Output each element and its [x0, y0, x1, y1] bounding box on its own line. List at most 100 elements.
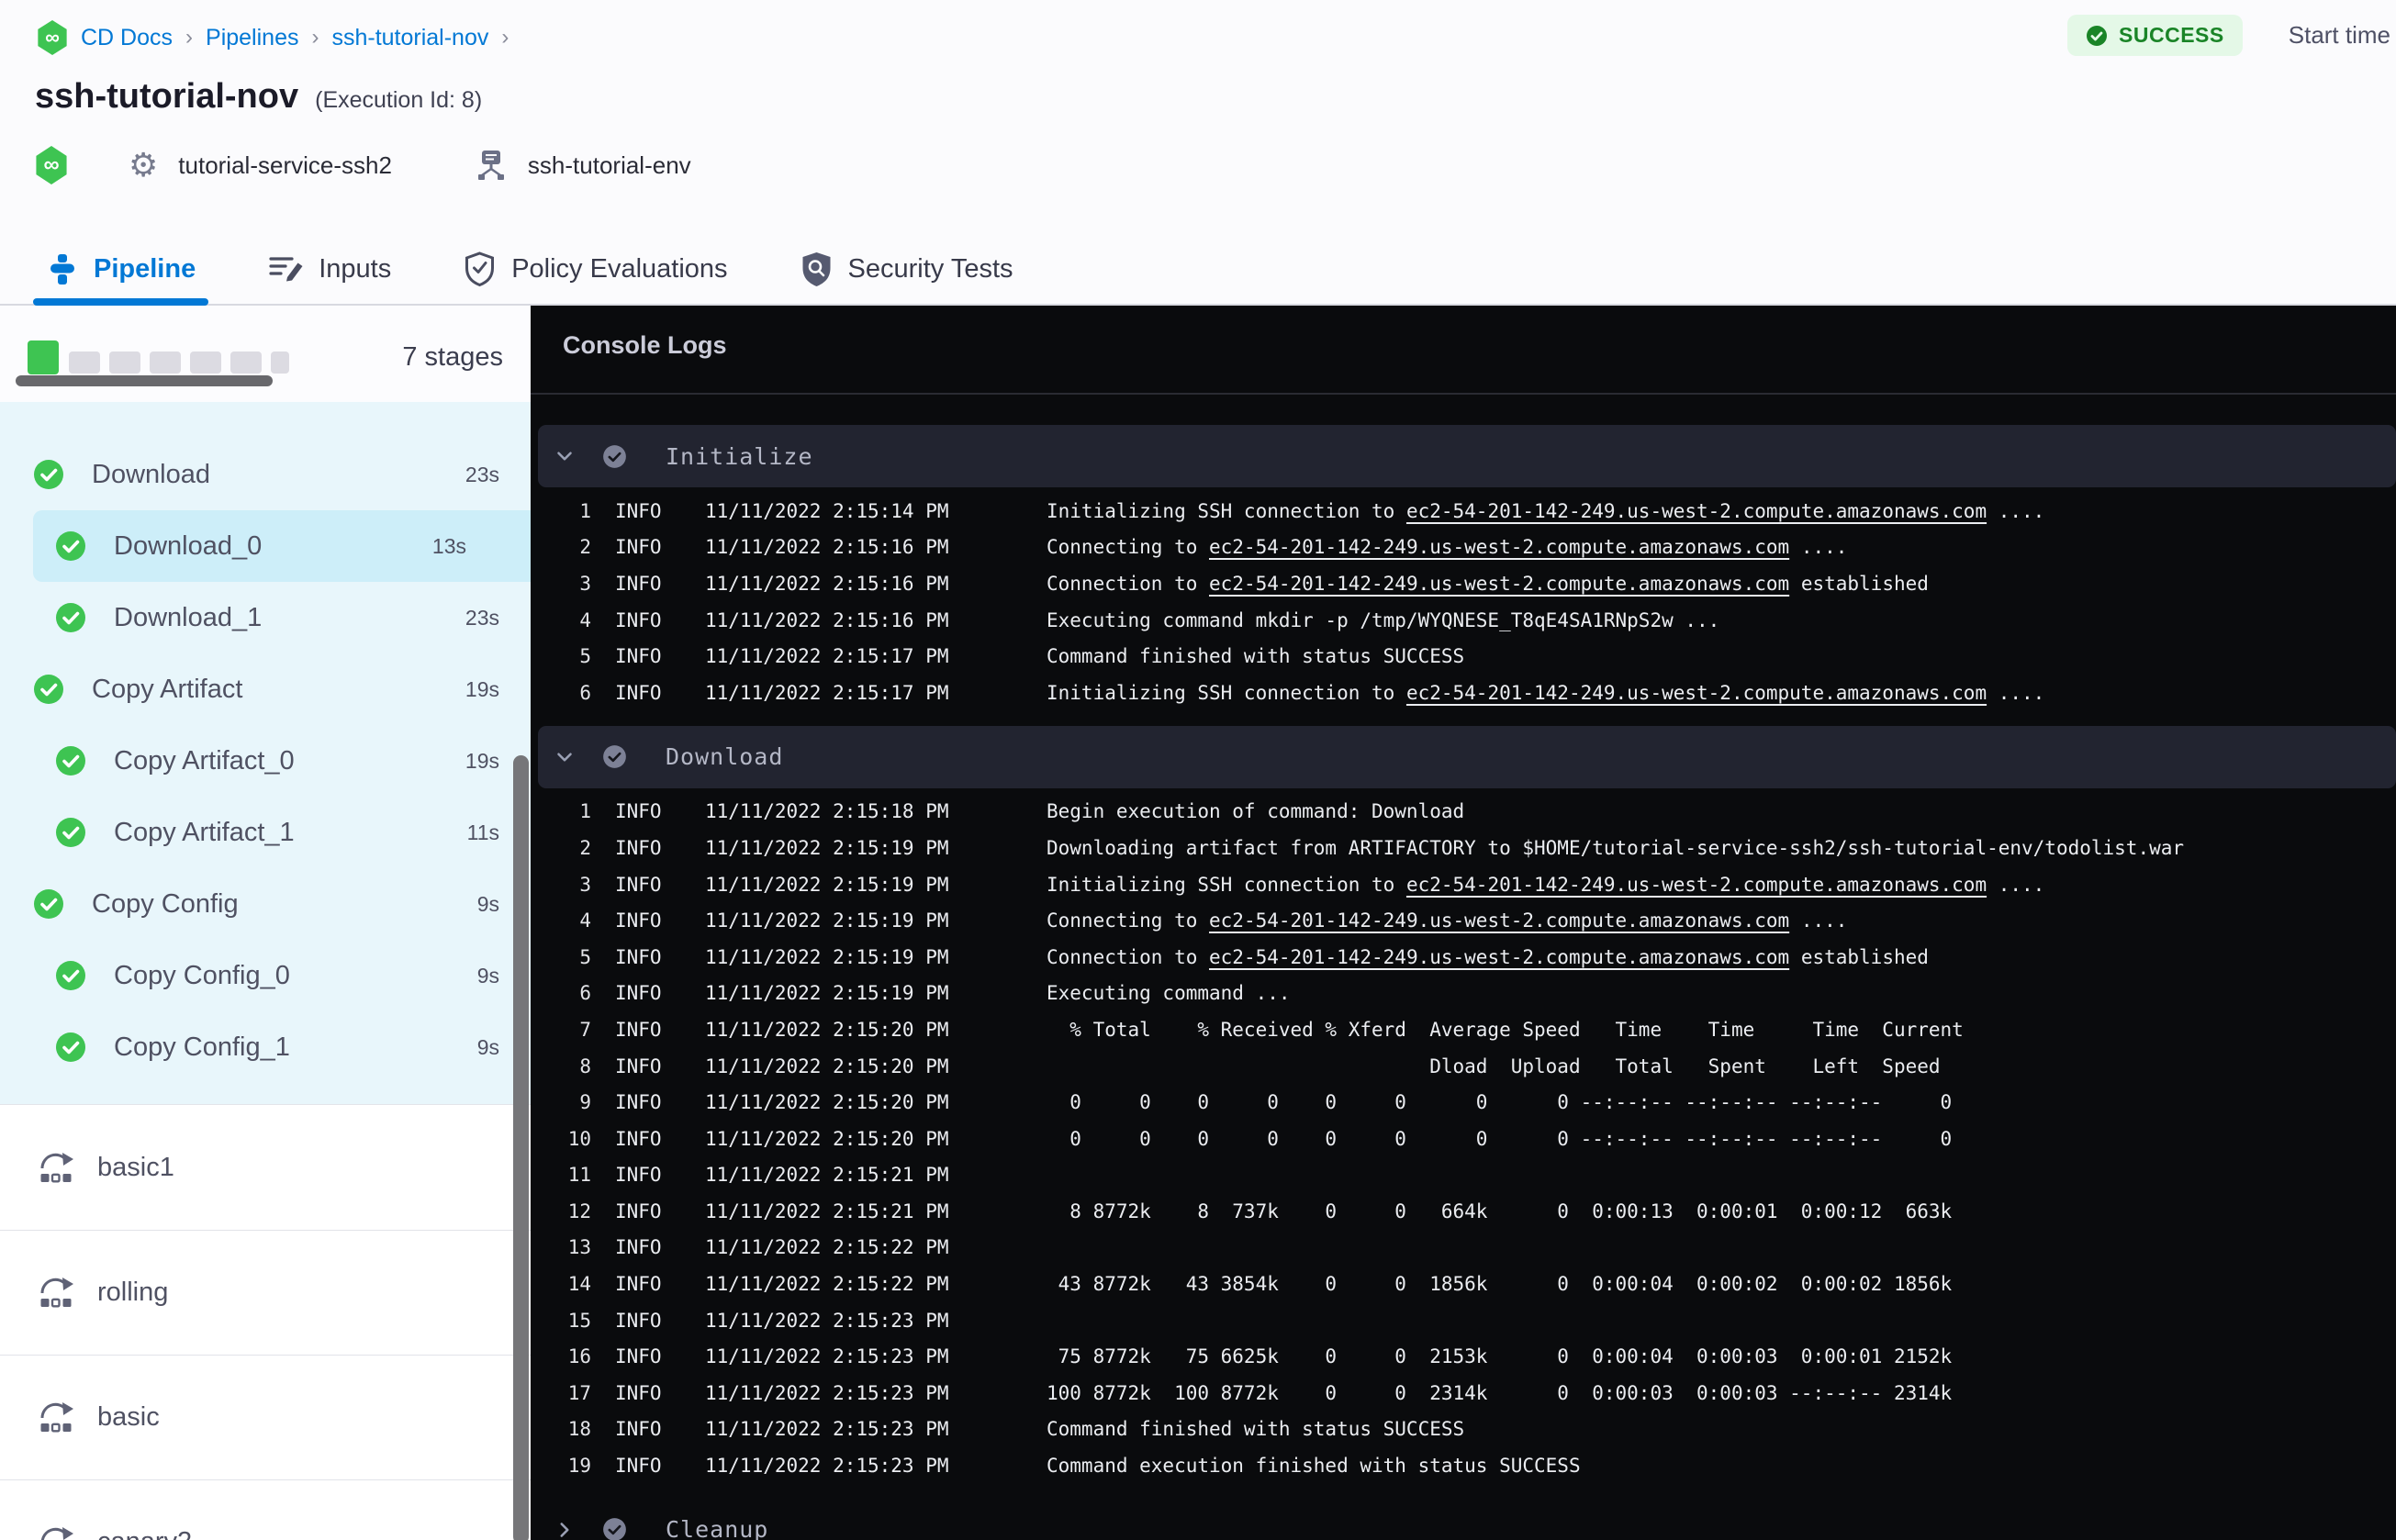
log-line: 4 INFO 11/11/2022 2:15:16 PM Executing comm…: [531, 602, 2396, 639]
stage-duration: 9s: [476, 1034, 499, 1059]
log-timestamp: 11/11/2022 2:15:20 PM: [705, 1055, 949, 1077]
breadcrumb-link[interactable]: Pipelines: [206, 25, 298, 51]
log-timestamp: 11/11/2022 2:15:20 PM: [705, 1018, 949, 1041]
log-host-link[interactable]: ec2-54-201-142-249.us-west-2.compute.ama…: [1209, 573, 1789, 595]
success-check-icon: [55, 745, 86, 776]
section-name: Download: [666, 743, 784, 771]
stage-square-pending[interactable]: [69, 352, 100, 374]
log-line: 7 INFO 11/11/2022 2:15:20 PM % Total % Rec…: [531, 1011, 2396, 1048]
rolling-deploy-icon: [35, 1273, 77, 1313]
log-message: Connection to ec2-54-201-142-249.us-west…: [1047, 573, 1929, 595]
log-line: 6 INFO 11/11/2022 2:15:19 PM Executing comm…: [531, 976, 2396, 1012]
stage-row-copy-config_1[interactable]: Copy Config_1 9s: [0, 1011, 531, 1083]
log-host-link[interactable]: ec2-54-201-142-249.us-west-2.compute.ama…: [1406, 874, 1987, 896]
stage-square-pending[interactable]: [150, 352, 181, 374]
breadcrumb-link[interactable]: ssh-tutorial-nov: [331, 25, 488, 51]
log-timestamp: 11/11/2022 2:15:19 PM: [705, 836, 949, 859]
stage-row-copy-artifact_1[interactable]: Copy Artifact_1 11s: [0, 797, 531, 868]
log-level: INFO: [615, 1164, 662, 1187]
stage-row-copy-artifact_0[interactable]: Copy Artifact_0 19s: [0, 725, 531, 797]
chevron-down-icon[interactable]: [553, 444, 577, 468]
log-line-number: 14: [567, 1273, 591, 1296]
log-line-number: 12: [567, 1200, 591, 1222]
chevron-down-icon[interactable]: [553, 745, 577, 769]
log-section-header-download[interactable]: Download: [538, 725, 2396, 788]
stage-square-pending[interactable]: [109, 352, 140, 374]
log-text: Command finished with status SUCCESS: [1047, 1418, 1465, 1441]
stage-count-label: 7 stages: [402, 342, 503, 372]
stage-row-download_1[interactable]: Download_1 23s: [0, 582, 531, 653]
tab-bar: Pipeline Inputs Policy Evaluations Security…: [0, 234, 2396, 306]
sidebar-vertical-scrollbar[interactable]: [513, 755, 529, 1540]
log-section-header-initialize[interactable]: Initialize: [538, 425, 2396, 487]
tab-pipeline[interactable]: Pipeline: [33, 234, 209, 306]
log-text: established: [1789, 572, 1929, 595]
strategy-row-rolling[interactable]: rolling: [0, 1231, 531, 1356]
log-message: Command finished with status SUCCESS: [1047, 1418, 1464, 1440]
chevron-right-icon[interactable]: [553, 1518, 577, 1540]
log-line-number: 6: [579, 681, 591, 704]
success-check-icon: [55, 602, 86, 633]
service-name[interactable]: tutorial-service-ssh2: [178, 151, 392, 180]
log-timestamp: 11/11/2022 2:15:20 PM: [705, 1091, 949, 1114]
log-message: 43 8772k 43 3854k 0 0 1856k 0 0:00:04 0:…: [1047, 1273, 1953, 1295]
log-text: 0 0 0 0 0 0 0 0 --:--:-- --:--:-- --:--:…: [1047, 1127, 1953, 1150]
breadcrumb-link[interactable]: CD Docs: [81, 25, 173, 51]
log-line-number: 3: [579, 873, 591, 896]
log-section-header-cleanup[interactable]: Cleanup: [538, 1499, 2396, 1540]
tab-policy-evaluations[interactable]: Policy Evaluations: [463, 234, 728, 304]
log-level: INFO: [615, 1418, 662, 1441]
stage-square-pending[interactable]: [190, 352, 221, 374]
log-line-number: 7: [579, 1018, 591, 1041]
log-text: 100 8772k 100 8772k 0 0 2314k 0 0:00:03 …: [1047, 1381, 1953, 1404]
breadcrumb-chevron-icon: ›: [185, 25, 194, 50]
check-circle-icon: [2087, 25, 2108, 46]
log-timestamp: 11/11/2022 2:15:20 PM: [705, 1127, 949, 1150]
strategy-row-basic1[interactable]: basic1: [0, 1106, 531, 1231]
log-timestamp: 11/11/2022 2:15:19 PM: [705, 873, 949, 896]
harness-logo-icon: ∞: [38, 20, 67, 55]
log-message: Initializing SSH connection to ec2-54-20…: [1047, 874, 2044, 896]
stage-row-copy-config[interactable]: Copy Config 9s: [0, 868, 531, 940]
tab-inputs[interactable]: Inputs: [267, 234, 391, 304]
log-level: INFO: [615, 909, 662, 932]
log-level: INFO: [615, 1309, 662, 1332]
stage-row-copy-artifact[interactable]: Copy Artifact 19s: [0, 653, 531, 725]
stage-row-download[interactable]: Download 23s: [0, 439, 531, 510]
stage-row-copy-config_0[interactable]: Copy Config_0 9s: [0, 940, 531, 1011]
log-host-link[interactable]: ec2-54-201-142-249.us-west-2.compute.ama…: [1406, 500, 1987, 522]
log-timestamp: 11/11/2022 2:15:23 PM: [705, 1309, 949, 1332]
tab-label: Pipeline: [94, 253, 196, 284]
stage-duration: 9s: [476, 963, 499, 988]
tab-security-tests[interactable]: Security Tests: [800, 234, 1013, 304]
log-level: INFO: [615, 1236, 662, 1259]
log-host-link[interactable]: ec2-54-201-142-249.us-west-2.compute.ama…: [1209, 909, 1789, 932]
log-level: INFO: [615, 572, 662, 595]
strategy-list: basic1 rolling basic canary2: [0, 1106, 531, 1540]
log-host-link[interactable]: ec2-54-201-142-249.us-west-2.compute.ama…: [1209, 536, 1789, 558]
inputs-icon: [267, 252, 304, 285]
stage-row-download_0[interactable]: Download_0 13s: [33, 510, 531, 582]
stage-duration: 19s: [465, 676, 499, 701]
environment-name[interactable]: ssh-tutorial-env: [528, 151, 691, 180]
stage-duration: 19s: [465, 748, 499, 773]
log-line-number: 1: [579, 499, 591, 522]
stage-square-done[interactable]: [28, 340, 59, 374]
log-timestamp: 11/11/2022 2:15:18 PM: [705, 800, 949, 823]
log-line-number: 4: [579, 608, 591, 631]
breadcrumb: ∞ CD Docs › Pipelines › ssh-tutorial-nov ›: [37, 17, 509, 59]
log-host-link[interactable]: ec2-54-201-142-249.us-west-2.compute.ama…: [1406, 682, 1987, 704]
log-line-number: 2: [579, 536, 591, 559]
log-text: Initializing SSH connection to: [1047, 681, 1406, 704]
stage-square-pending[interactable]: [271, 352, 289, 374]
strategy-row-canary2[interactable]: canary2: [0, 1480, 531, 1540]
stage-square-pending[interactable]: [230, 352, 262, 374]
log-message: Connecting to ec2-54-201-142-249.us-west…: [1047, 909, 1847, 932]
log-host-link[interactable]: ec2-54-201-142-249.us-west-2.compute.ama…: [1209, 946, 1789, 968]
console-panel: Console Logs Initialize 1 INFO 11/11/2022 2…: [531, 306, 2396, 1540]
log-level: INFO: [615, 873, 662, 896]
stage-progress-horizontal-scrollbar[interactable]: [16, 375, 273, 386]
log-line: 11 INFO 11/11/2022 2:15:21 PM: [531, 1157, 2396, 1194]
strategy-row-basic[interactable]: basic: [0, 1356, 531, 1480]
console-log-area[interactable]: Initialize 1 INFO 11/11/2022 2:15:14 PM Init…: [531, 395, 2396, 1540]
